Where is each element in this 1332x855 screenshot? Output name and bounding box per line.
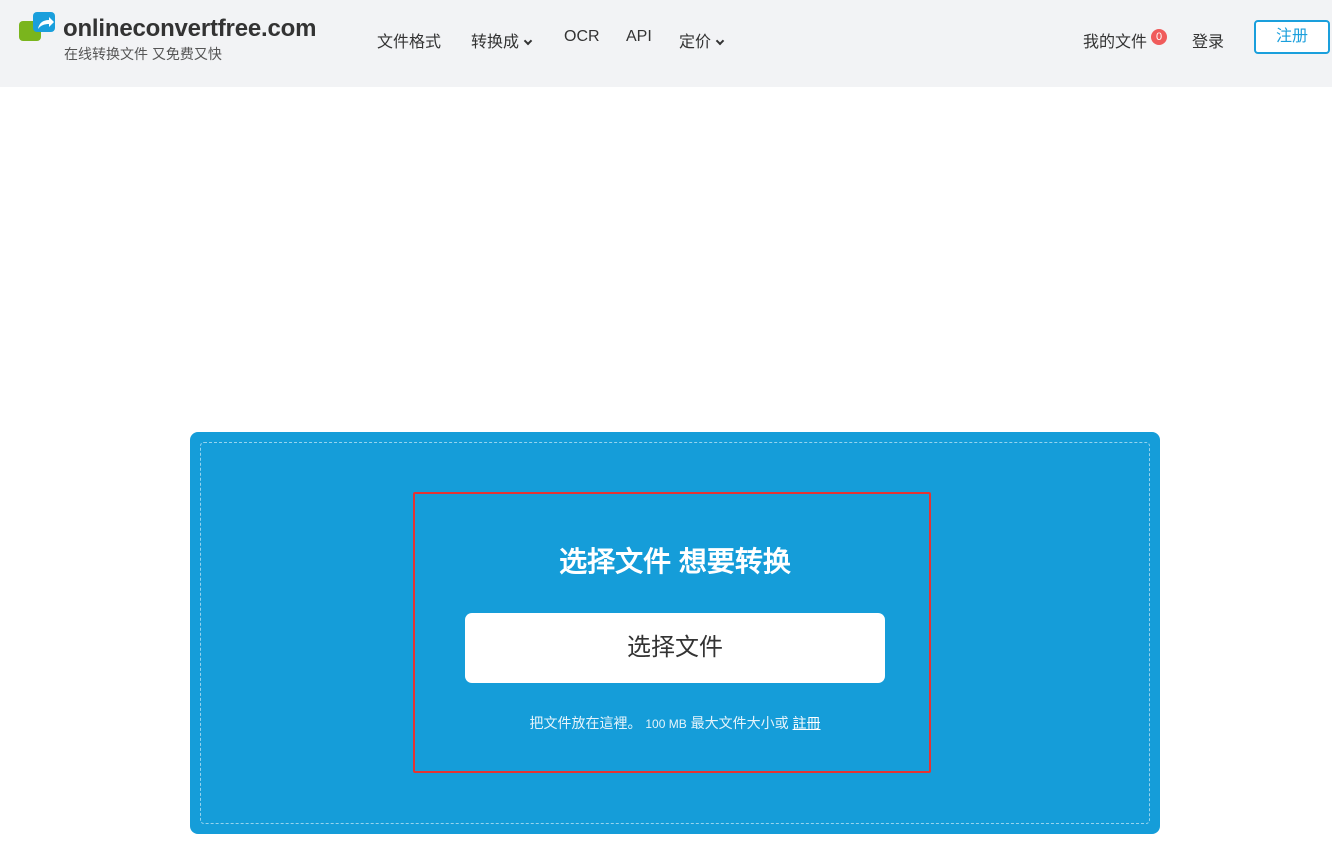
upload-heading: 选择文件 想要转换: [559, 546, 791, 577]
chevron-down-icon: [523, 36, 533, 46]
site-logo[interactable]: onlineconvertfree.com 在线转换文件 又免费又快: [19, 12, 339, 68]
register-button[interactable]: 注册: [1254, 20, 1330, 54]
upload-note-size: 100 MB: [645, 717, 687, 731]
nav-api[interactable]: API: [626, 28, 652, 46]
site-header: onlineconvertfree.com 在线转换文件 又免费又快 文件格式 …: [0, 0, 1332, 87]
nav-ocr[interactable]: OCR: [564, 28, 600, 46]
chevron-down-icon: [715, 36, 725, 46]
upload-note-middle: 最大文件大小或: [690, 715, 789, 731]
nav-pricing-label: 定价: [679, 34, 712, 51]
nav-pricing[interactable]: 定价: [679, 28, 725, 52]
choose-file-button[interactable]: 选择文件: [465, 613, 885, 683]
upload-note-prefix: 把文件放在這裡。: [529, 715, 642, 731]
my-files-link[interactable]: 我的文件: [1083, 28, 1147, 52]
logo-name: onlineconvertfree.com: [63, 15, 317, 42]
nav-convert-to[interactable]: 转换成: [471, 28, 533, 52]
upload-dropzone[interactable]: 选择文件 想要转换 选择文件 把文件放在這裡。 100 MB 最大文件大小或 註…: [190, 432, 1160, 834]
nav-convert-to-label: 转换成: [471, 34, 520, 51]
upload-register-link[interactable]: 註冊: [793, 715, 821, 731]
login-link[interactable]: 登录: [1192, 28, 1224, 52]
upload-note: 把文件放在這裡。 100 MB 最大文件大小或 註冊: [190, 713, 1160, 733]
file-count-badge: 0: [1151, 29, 1167, 45]
logo-tagline: 在线转换文件 又免费又快: [64, 46, 222, 62]
logo-icon: [19, 12, 55, 41]
nav-file-formats[interactable]: 文件格式: [377, 28, 441, 52]
